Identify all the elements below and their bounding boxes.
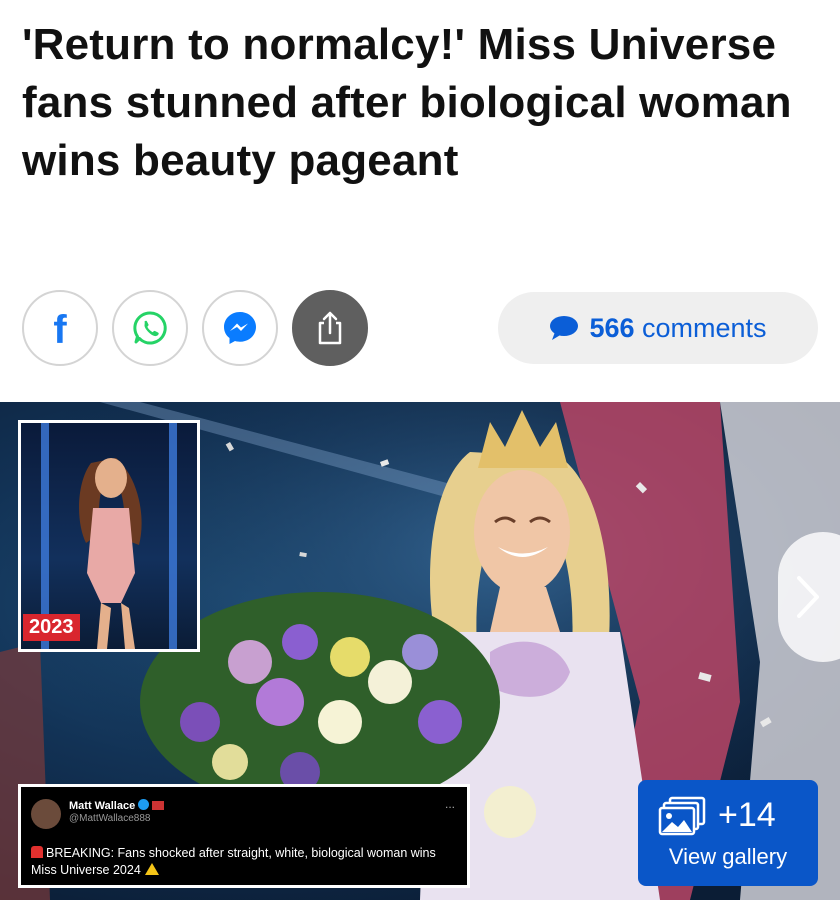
comment-bubble-icon	[550, 316, 579, 340]
share-button[interactable]	[292, 290, 368, 366]
comments-button[interactable]: 566 comments	[498, 292, 818, 364]
article-headline: 'Return to normalcy!' Miss Universe fans…	[22, 20, 792, 185]
warning-icon	[144, 863, 159, 875]
next-image-button[interactable]	[778, 532, 840, 662]
verified-badge-icon	[138, 799, 150, 810]
siren-icon	[31, 846, 43, 858]
gallery-label: View gallery	[668, 844, 788, 869]
view-gallery-button[interactable]: +14 View gallery	[638, 780, 818, 886]
whatsapp-icon	[133, 311, 167, 345]
tweet-text-block: BREAKING: Fans shocked after straight, w…	[31, 845, 463, 879]
gallery-count: +14	[718, 796, 776, 834]
comments-count: 566	[589, 312, 635, 343]
tweet-author-name: Matt Wallace	[69, 799, 165, 812]
facebook-icon: f	[53, 308, 67, 352]
facebook-share-button[interactable]: f	[22, 290, 98, 366]
tweet-author-text: Matt Wallace	[69, 800, 136, 812]
gallery-icon	[658, 796, 706, 836]
comments-text: 566 comments	[589, 313, 766, 344]
more-options-icon: ...	[444, 797, 455, 811]
tweet-author-handle: @MattWallace888	[69, 813, 151, 824]
tweet-text: BREAKING: Fans shocked after straight, w…	[31, 846, 436, 877]
comments-label: comments	[642, 312, 767, 343]
whatsapp-share-button[interactable]	[112, 290, 188, 366]
avatar	[31, 799, 61, 829]
messenger-share-button[interactable]	[202, 290, 278, 366]
messenger-icon	[224, 312, 256, 344]
year-badge: 2023	[23, 614, 80, 641]
embedded-tweet-image: Matt Wallace @MattWallace888 ... BREAKIN…	[18, 784, 470, 888]
flag-icon	[152, 801, 165, 810]
chevron-right-icon	[797, 576, 819, 618]
hero-image[interactable]: 2023 Matt Wallace @MattWallace888 ... BR…	[0, 402, 840, 900]
share-icon	[318, 311, 342, 345]
inset-photo-2023: 2023	[18, 420, 200, 652]
